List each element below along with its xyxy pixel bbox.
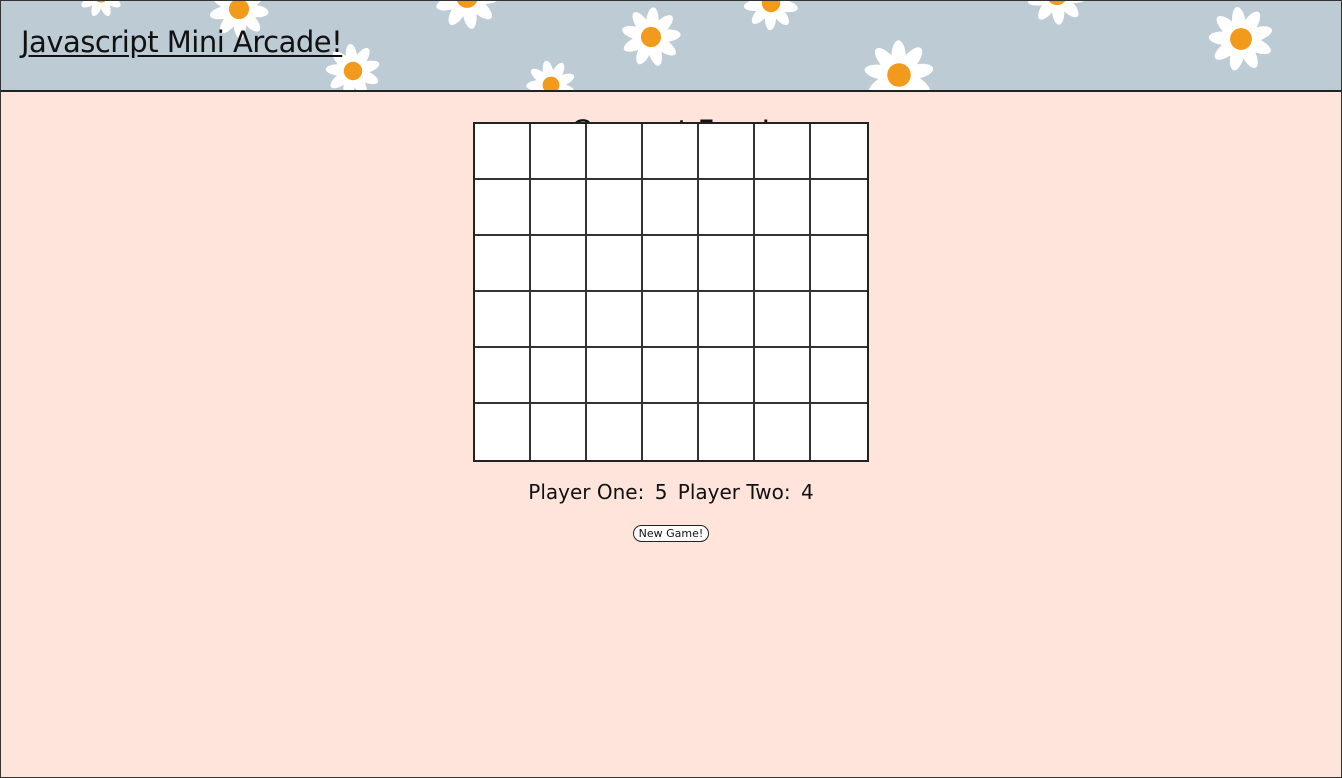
board-cell[interactable]: [699, 124, 755, 180]
board-cell[interactable]: [811, 348, 867, 404]
board-cell[interactable]: [699, 180, 755, 236]
board-cell[interactable]: [811, 180, 867, 236]
board-cell[interactable]: [755, 236, 811, 292]
board-cell[interactable]: [475, 124, 531, 180]
game-board[interactable]: [473, 122, 869, 462]
player-two-label: Player Two:: [677, 480, 791, 504]
board-cell[interactable]: [643, 124, 699, 180]
daisy-icon: [81, 1, 121, 17]
player-one-label: Player One:: [528, 480, 645, 504]
daisy-icon: [1028, 1, 1087, 25]
daisy-icon: [743, 1, 798, 31]
board-cell[interactable]: [531, 236, 587, 292]
board-cell[interactable]: [643, 404, 699, 460]
player-two-score: 4: [800, 480, 814, 504]
new-game-button[interactable]: New Game!: [633, 525, 709, 542]
board-cell[interactable]: [531, 404, 587, 460]
board-cell[interactable]: [587, 236, 643, 292]
board-cell[interactable]: [811, 124, 867, 180]
board-cell[interactable]: [587, 124, 643, 180]
player-one-score: 5: [654, 480, 668, 504]
board-cell[interactable]: [531, 124, 587, 180]
board-cell[interactable]: [587, 180, 643, 236]
board-cell[interactable]: [587, 404, 643, 460]
board-cell[interactable]: [587, 292, 643, 348]
board-cell[interactable]: [755, 124, 811, 180]
daisy-icon: [622, 7, 681, 66]
board-cell[interactable]: [755, 348, 811, 404]
board-cell[interactable]: [475, 292, 531, 348]
board-cell[interactable]: [811, 404, 867, 460]
board-cell[interactable]: [587, 348, 643, 404]
board-cell[interactable]: [811, 292, 867, 348]
board-cell[interactable]: [643, 292, 699, 348]
board-cell[interactable]: [475, 404, 531, 460]
daisy-icon: [1208, 6, 1272, 71]
board-cell[interactable]: [699, 348, 755, 404]
board-cell[interactable]: [643, 348, 699, 404]
board-cell[interactable]: [475, 348, 531, 404]
board-cell[interactable]: [699, 292, 755, 348]
board-cell[interactable]: [531, 180, 587, 236]
board-cell[interactable]: [531, 348, 587, 404]
board-cell[interactable]: [755, 292, 811, 348]
site-header: Javascript Mini Arcade!: [1, 1, 1341, 92]
board-cell[interactable]: [643, 236, 699, 292]
board-cell[interactable]: [755, 180, 811, 236]
board-cell[interactable]: [475, 180, 531, 236]
board-cell[interactable]: [699, 236, 755, 292]
scoreboard: Player One: 5 Player Two: 4: [1, 478, 1341, 506]
board-cell[interactable]: [811, 236, 867, 292]
daisy-icon: [526, 60, 575, 90]
page: Javascript Mini Arcade! Connect Four! Le…: [0, 0, 1342, 778]
daisy-icon: [436, 1, 500, 29]
site-title[interactable]: Javascript Mini Arcade!: [21, 25, 343, 59]
board-cell[interactable]: [755, 404, 811, 460]
board-cell[interactable]: [699, 404, 755, 460]
board-cell[interactable]: [531, 292, 587, 348]
board-cell[interactable]: [475, 236, 531, 292]
daisy-icon: [864, 40, 934, 90]
board-cell[interactable]: [643, 180, 699, 236]
